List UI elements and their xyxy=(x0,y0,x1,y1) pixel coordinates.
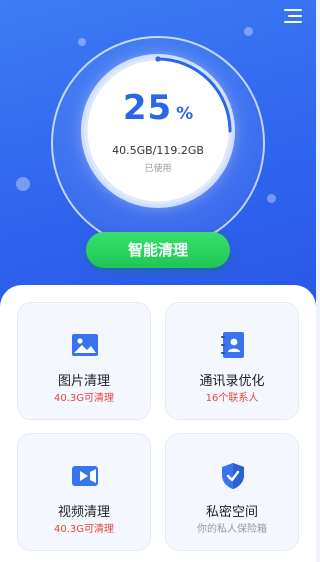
storage-hero: 25% 40.5GB/119.2GB 已使用 智能清理 xyxy=(0,0,316,330)
storage-percent: 25% xyxy=(87,88,229,128)
feature-panel: 图片清理 40.3G可清理 通讯录优化 16个联系人 视频清理 40.3G可清理 xyxy=(0,285,316,562)
contacts-optimize-card[interactable]: 通讯录优化 16个联系人 xyxy=(165,302,299,420)
decor-bubble xyxy=(16,177,30,191)
card-subtitle: 40.3G可清理 xyxy=(53,393,114,404)
storage-percent-value: 25 xyxy=(122,88,173,128)
card-title: 图片清理 xyxy=(57,374,110,389)
card-subtitle: 40.3G可清理 xyxy=(53,524,114,535)
storage-used-label: 已使用 xyxy=(144,164,172,174)
hamburger-menu-icon[interactable] xyxy=(284,8,302,24)
card-subtitle: 16个联系人 xyxy=(205,393,259,404)
card-title: 通讯录优化 xyxy=(199,374,265,389)
decor-bubble xyxy=(78,38,86,46)
smart-clean-button[interactable]: 智能清理 xyxy=(86,232,230,268)
photo-clean-card[interactable]: 图片清理 40.3G可清理 xyxy=(17,302,151,420)
storage-percent-symbol: % xyxy=(176,104,194,124)
shield-icon xyxy=(222,463,244,489)
image-icon xyxy=(72,334,98,356)
decor-bubble xyxy=(244,27,253,36)
video-clean-card[interactable]: 视频清理 40.3G可清理 xyxy=(17,433,151,551)
card-subtitle: 你的私人保险箱 xyxy=(197,524,267,535)
video-camera-icon xyxy=(72,466,98,486)
card-title: 视频清理 xyxy=(57,505,110,520)
decor-bubble xyxy=(267,194,276,203)
card-title: 私密空间 xyxy=(205,505,258,520)
storage-usage-text: 40.5GB/119.2GB xyxy=(112,144,204,157)
contacts-book-icon xyxy=(221,332,244,358)
storage-progress-ring xyxy=(84,56,232,205)
private-space-card[interactable]: 私密空间 你的私人保险箱 xyxy=(165,433,299,551)
storage-progress-dot xyxy=(155,56,161,62)
